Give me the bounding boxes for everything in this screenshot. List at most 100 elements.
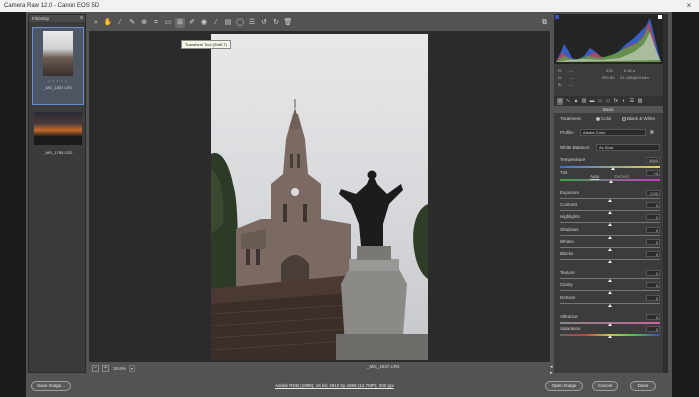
color-sampler-tool-icon[interactable]: ✎ [127, 18, 137, 28]
default-button[interactable]: Default [615, 174, 629, 179]
treatment-label: Treatment: [560, 116, 582, 121]
slider-label: Exposure [560, 190, 580, 195]
tab-calibration-icon[interactable]: ◐ [621, 98, 627, 105]
slider-value[interactable]: 0 [646, 326, 660, 332]
workflow-options-link[interactable]: Adobe RGB (1998); 16 bit; 2912 by 4368 (… [275, 383, 394, 388]
temperature-slider[interactable] [560, 166, 660, 168]
zoom-level[interactable]: 18.8% [113, 366, 126, 371]
treatment-bw-radio[interactable]: Black & White [622, 116, 655, 121]
tab-detail-icon[interactable]: ▲ [573, 98, 579, 105]
tint-label: Tint [560, 170, 568, 175]
tool-bar: ⌕ ✋ ⁄ ✎ ⊕ ⌗ ▭ ⊞ ✐ ◉ ⁄ ▤ ◯ ☰ ↺ ↻ 🗑 [89, 17, 549, 29]
radial-filter-icon[interactable]: ◯ [235, 18, 245, 28]
r-label: R: [558, 68, 562, 73]
slider-row-texture: Texture 0 [560, 270, 660, 282]
slider-value[interactable]: 0 [646, 239, 660, 245]
straighten-tool-icon[interactable]: ▭ [163, 18, 173, 28]
filmstrip-menu-icon[interactable]: ≡ [80, 15, 83, 22]
window-close-button[interactable]: × [679, 0, 699, 12]
rating-stars[interactable]: • • • • • [33, 79, 83, 83]
red-eye-tool-icon[interactable]: ◉ [199, 18, 209, 28]
profile-label: Profile: [560, 130, 575, 135]
profile-dropdown[interactable]: Adobe Color [580, 129, 646, 136]
slider-knob[interactable] [608, 291, 612, 294]
profile-browser-icon[interactable]: ▦ [650, 129, 654, 134]
zoom-tool-icon[interactable]: ⌕ [91, 18, 101, 28]
slider-knob[interactable] [608, 223, 612, 226]
save-image-button[interactable]: Save Image... [31, 381, 71, 391]
slider-row-saturation: Saturation 0 [560, 326, 660, 338]
tint-knob[interactable] [609, 180, 613, 183]
spot-removal-tool-icon[interactable]: ✐ [187, 18, 197, 28]
tab-effects-icon[interactable]: fx [613, 98, 619, 105]
r-value: --- [569, 68, 574, 73]
b-value: --- [568, 82, 573, 87]
slider-row-exposure: Exposure 0.00 [560, 190, 660, 202]
white-balance-tool-icon[interactable]: ⁄ [115, 18, 125, 28]
hand-tool-icon[interactable]: ✋ [103, 18, 113, 28]
shadow-clipping-icon [555, 15, 559, 19]
rotate-left-icon[interactable]: ↺ [259, 18, 269, 28]
slider-value[interactable]: 0.00 [646, 190, 660, 196]
iso: ISO 50 [602, 75, 615, 80]
thumbnail-image [43, 31, 73, 76]
preview-photo[interactable] [211, 34, 428, 360]
tab-hsl-icon[interactable]: ▥ [581, 98, 587, 105]
slider-label: Shadows [560, 227, 579, 232]
zoom-dropdown-icon[interactable]: ▾ [128, 364, 135, 372]
slider-value[interactable]: 0 [646, 202, 660, 208]
crop-tool-icon[interactable]: ⌗ [151, 18, 161, 28]
window-title: Camera Raw 12.0 - Canon EOS 5D [4, 3, 100, 9]
shutter-speed: 0.30 s [624, 68, 635, 73]
trash-icon[interactable]: 🗑 [283, 18, 293, 28]
transform-tool-icon[interactable]: ⊞ [175, 18, 185, 28]
filmstrip-thumb-1[interactable]: • • • • • _MG_1837.CR2 [32, 27, 84, 105]
wb-label: White Balance: [560, 145, 591, 150]
temperature-value[interactable]: 5650 [646, 157, 660, 163]
profile-value: Adobe Color [583, 130, 606, 135]
slider-value[interactable]: 0 [646, 214, 660, 220]
preferences-icon[interactable]: ☰ [247, 18, 257, 28]
tab-tone-curve-icon[interactable]: ∿ [565, 98, 571, 105]
filmstrip-thumb-2[interactable]: _MG_1785.CR2 [32, 109, 84, 165]
slider-value[interactable]: 0 [646, 227, 660, 233]
slider-value[interactable]: 0 [646, 251, 660, 257]
slider-value[interactable]: 0 [646, 270, 660, 276]
outer-frame-right [672, 12, 699, 397]
slider-knob[interactable] [608, 304, 612, 307]
zoom-out-button[interactable]: − [92, 364, 99, 372]
panel-tabs: ◎ ∿ ▲ ▥ ▬ ▭ ◇ fx ◐ ☰ ▨ [554, 96, 663, 106]
fullscreen-toggle-icon[interactable]: ⧉ [540, 18, 549, 27]
tab-transform-icon[interactable]: ◇ [605, 98, 611, 105]
targeted-adjustment-tool-icon[interactable]: ⊕ [139, 18, 149, 28]
slider-knob[interactable] [608, 335, 612, 338]
temperature-row: Temperature 5650 [560, 157, 660, 170]
tint-value[interactable]: +3 [646, 170, 660, 176]
slider-value[interactable]: 0 [646, 282, 660, 288]
done-button[interactable]: Done [630, 381, 656, 391]
slider-label: Clarity [560, 282, 573, 287]
open-image-button[interactable]: Open Image [545, 381, 583, 391]
panel-scrollbar[interactable] [663, 14, 668, 373]
tab-lens-icon[interactable]: ▭ [597, 98, 603, 105]
graduated-filter-icon[interactable]: ▤ [223, 18, 233, 28]
profile-row: Profile: Adobe Color ▦ [560, 129, 660, 136]
tab-presets-icon[interactable]: ☰ [629, 98, 635, 105]
cancel-button[interactable]: Cancel [592, 381, 618, 391]
thumb-filename: _MG_1785.CR2 [43, 150, 73, 155]
treatment-color-radio[interactable]: Color [596, 116, 612, 121]
bottom-bar: Save Image... Adobe RGB (1998); 16 bit; … [26, 375, 672, 397]
tab-split-toning-icon[interactable]: ▬ [589, 98, 595, 105]
slider-knob[interactable] [608, 260, 612, 263]
rotate-right-icon[interactable]: ↻ [271, 18, 281, 28]
auto-button[interactable]: Auto [590, 174, 599, 179]
zoom-in-button[interactable]: + [102, 364, 109, 372]
slider-value[interactable]: 0 [646, 314, 660, 320]
slider-label: Whites [560, 239, 574, 244]
tab-basic-icon[interactable]: ◎ [557, 97, 563, 105]
slider-value[interactable]: 0 [646, 295, 660, 301]
tab-snapshots-icon[interactable]: ▨ [637, 98, 643, 105]
white-balance-dropdown[interactable]: As Shot [596, 144, 660, 151]
adjustment-brush-icon[interactable]: ⁄ [211, 18, 221, 28]
thumb-filename: _MG_1837.CR2 [43, 85, 73, 90]
